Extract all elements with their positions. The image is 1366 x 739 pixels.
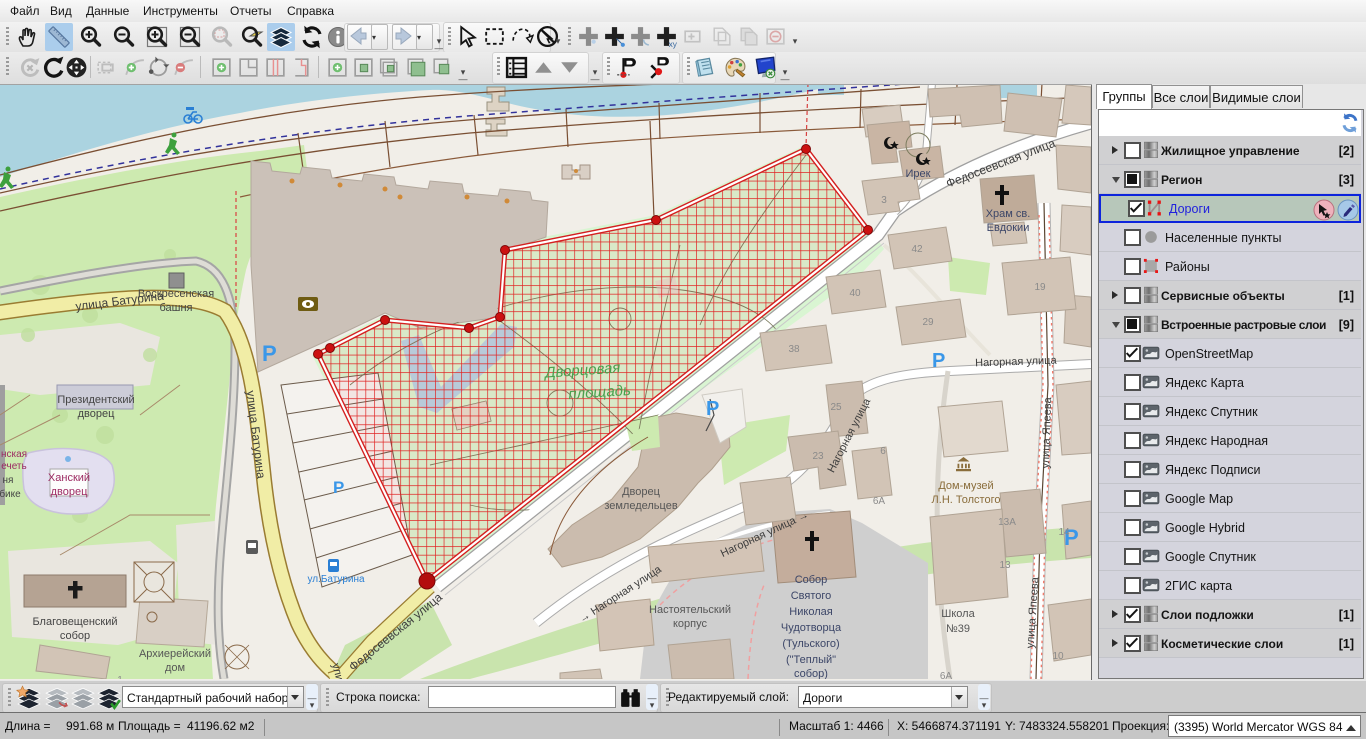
svg-text:Дом-музей: Дом-музей <box>938 480 993 492</box>
svg-text:Ирек: Ирек <box>906 168 931 180</box>
svg-text:Президентский: Президентский <box>57 394 134 406</box>
svg-text:3: 3 <box>881 195 887 206</box>
svg-text:xy: xy <box>669 39 678 49</box>
svg-text:6A: 6A <box>873 496 886 507</box>
svg-text:Ханский: Ханский <box>48 472 90 484</box>
svg-text:23: 23 <box>812 451 824 462</box>
svg-text:13A: 13A <box>998 517 1016 528</box>
svg-text:38: 38 <box>788 344 800 355</box>
svg-text:Дворец: Дворец <box>622 486 661 498</box>
svg-text:Благовещенский: Благовещенский <box>32 616 117 628</box>
svg-text:Чудотворца: Чудотворца <box>781 622 842 634</box>
svg-text:("Теплый": ("Теплый" <box>786 654 836 666</box>
svg-text:дворец: дворец <box>78 408 115 420</box>
svg-text:ул.Батурина: ул.Батурина <box>307 574 365 585</box>
svg-text:Настоятельский: Настоятельский <box>649 604 731 616</box>
svg-text:Святого: Святого <box>791 590 832 602</box>
svg-text:P: P <box>932 350 945 372</box>
svg-text:29: 29 <box>922 317 934 328</box>
svg-text:6А: 6А <box>940 671 953 679</box>
svg-text:40: 40 <box>849 288 861 299</box>
svg-text:25: 25 <box>830 402 842 413</box>
svg-text:собор: собор <box>60 630 90 642</box>
svg-text:P: P <box>262 341 277 366</box>
svg-text:дом: дом <box>165 662 185 674</box>
svg-text:Храм св.: Храм св. <box>986 208 1031 220</box>
svg-text:Л.Н. Толстого: Л.Н. Толстого <box>932 494 1001 506</box>
svg-text:P: P <box>333 478 344 497</box>
svg-text:1: 1 <box>117 675 123 679</box>
svg-text:земледельцев: земледельцев <box>604 500 678 512</box>
svg-text:собор): собор) <box>794 668 828 679</box>
svg-text:улица Япеева: улица Япеева <box>1040 396 1055 469</box>
svg-text:6: 6 <box>880 446 886 457</box>
svg-text:нская: нская <box>1 449 27 460</box>
svg-text:корпус: корпус <box>673 618 708 630</box>
svg-text:10: 10 <box>1052 651 1064 662</box>
svg-text:Собор: Собор <box>795 574 828 586</box>
svg-text:№39: №39 <box>946 623 970 635</box>
svg-text:13: 13 <box>999 560 1011 571</box>
svg-text:бике: бике <box>0 488 21 500</box>
svg-text:19: 19 <box>1034 282 1046 293</box>
svg-text:ечеть: ечеть <box>1 461 26 472</box>
svg-text:14: 14 <box>1058 527 1070 538</box>
svg-text:Евдокии: Евдокии <box>987 222 1030 234</box>
svg-text:дворец: дворец <box>51 486 88 498</box>
svg-text:башня: башня <box>159 302 192 314</box>
svg-text:(Тульского): (Тульского) <box>782 638 839 650</box>
svg-text:Школа: Школа <box>941 608 975 620</box>
svg-text:Николая: Николая <box>789 606 832 618</box>
svg-text:Воскресенская: Воскресенская <box>138 288 214 300</box>
svg-text:Архиерейский: Архиерейский <box>139 648 211 660</box>
svg-text:P: P <box>706 398 719 420</box>
svg-text:ня: ня <box>3 475 14 486</box>
svg-text:42: 42 <box>911 244 923 255</box>
